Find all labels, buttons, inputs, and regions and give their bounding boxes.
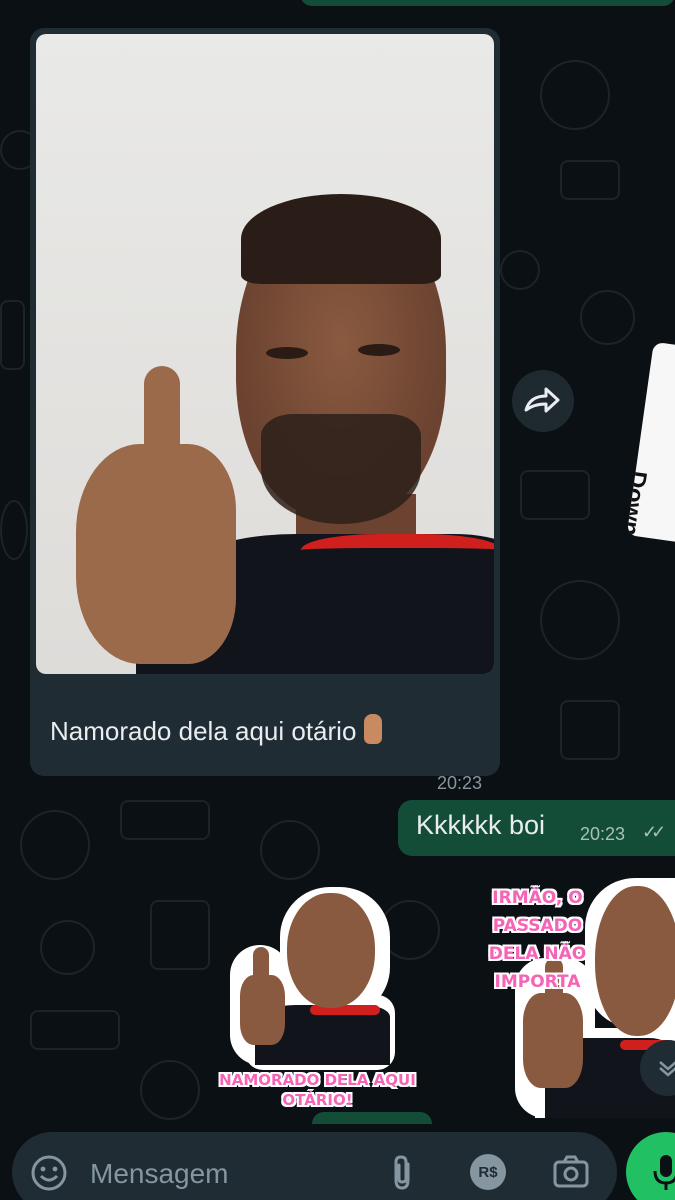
- mic-icon: [653, 1155, 675, 1190]
- incoming-media-message[interactable]: Namorado dela aqui otário 20:23: [30, 28, 500, 793]
- chevron-down-icon: [659, 1061, 675, 1077]
- forward-icon: [524, 387, 560, 413]
- message-input[interactable]: Mensagem: [90, 1158, 229, 1190]
- sticker-left-line2: OTÁRIO!: [282, 1091, 353, 1109]
- sticker-right-caption: IRMÃO, O PASSADO DELA NÃO IMPORTA: [450, 884, 625, 996]
- forward-button[interactable]: [512, 370, 574, 432]
- emoji-icon[interactable]: [30, 1154, 68, 1192]
- sticker-right-line1: IRMÃO, O PASSADO: [492, 888, 583, 936]
- message-time: 20:23: [436, 773, 482, 793]
- outgoing-message[interactable]: Kkkkkk boi 20:23 ✓✓: [398, 800, 675, 856]
- caption-text: Namorado dela aqui otário: [50, 716, 357, 746]
- sticker-right-line3: IMPORTA: [494, 972, 581, 992]
- media-caption: Namorado dela aqui otário: [50, 714, 383, 747]
- outgoing-message-time: 20:23: [580, 824, 626, 844]
- camera-icon[interactable]: [552, 1154, 590, 1190]
- previous-message-edge: [300, 0, 675, 6]
- sticker-left[interactable]: NAMORADO DELA AQUI OTÁRIO!: [215, 885, 420, 1115]
- pix-icon[interactable]: R$: [470, 1154, 506, 1190]
- outgoing-message-text: Kkkkkk boi: [416, 810, 546, 840]
- sticker-left-caption: NAMORADO DELA AQUI OTÁRIO!: [215, 1070, 420, 1110]
- double-check-icon: ✓✓: [642, 822, 666, 842]
- sticker-right-line2: DELA NÃO: [488, 944, 587, 964]
- message-composer[interactable]: Mensagem R$: [12, 1132, 617, 1200]
- hand-gesture-emoji-icon: [364, 714, 383, 744]
- next-message-edge: [312, 1112, 432, 1124]
- attach-icon[interactable]: [388, 1154, 416, 1192]
- sticker-left-line1: NAMORADO DELA AQUI: [219, 1071, 416, 1089]
- message-photo[interactable]: [36, 34, 494, 674]
- sticker-right[interactable]: IRMÃO, O PASSADO DELA NÃO IMPORTA: [445, 878, 675, 1118]
